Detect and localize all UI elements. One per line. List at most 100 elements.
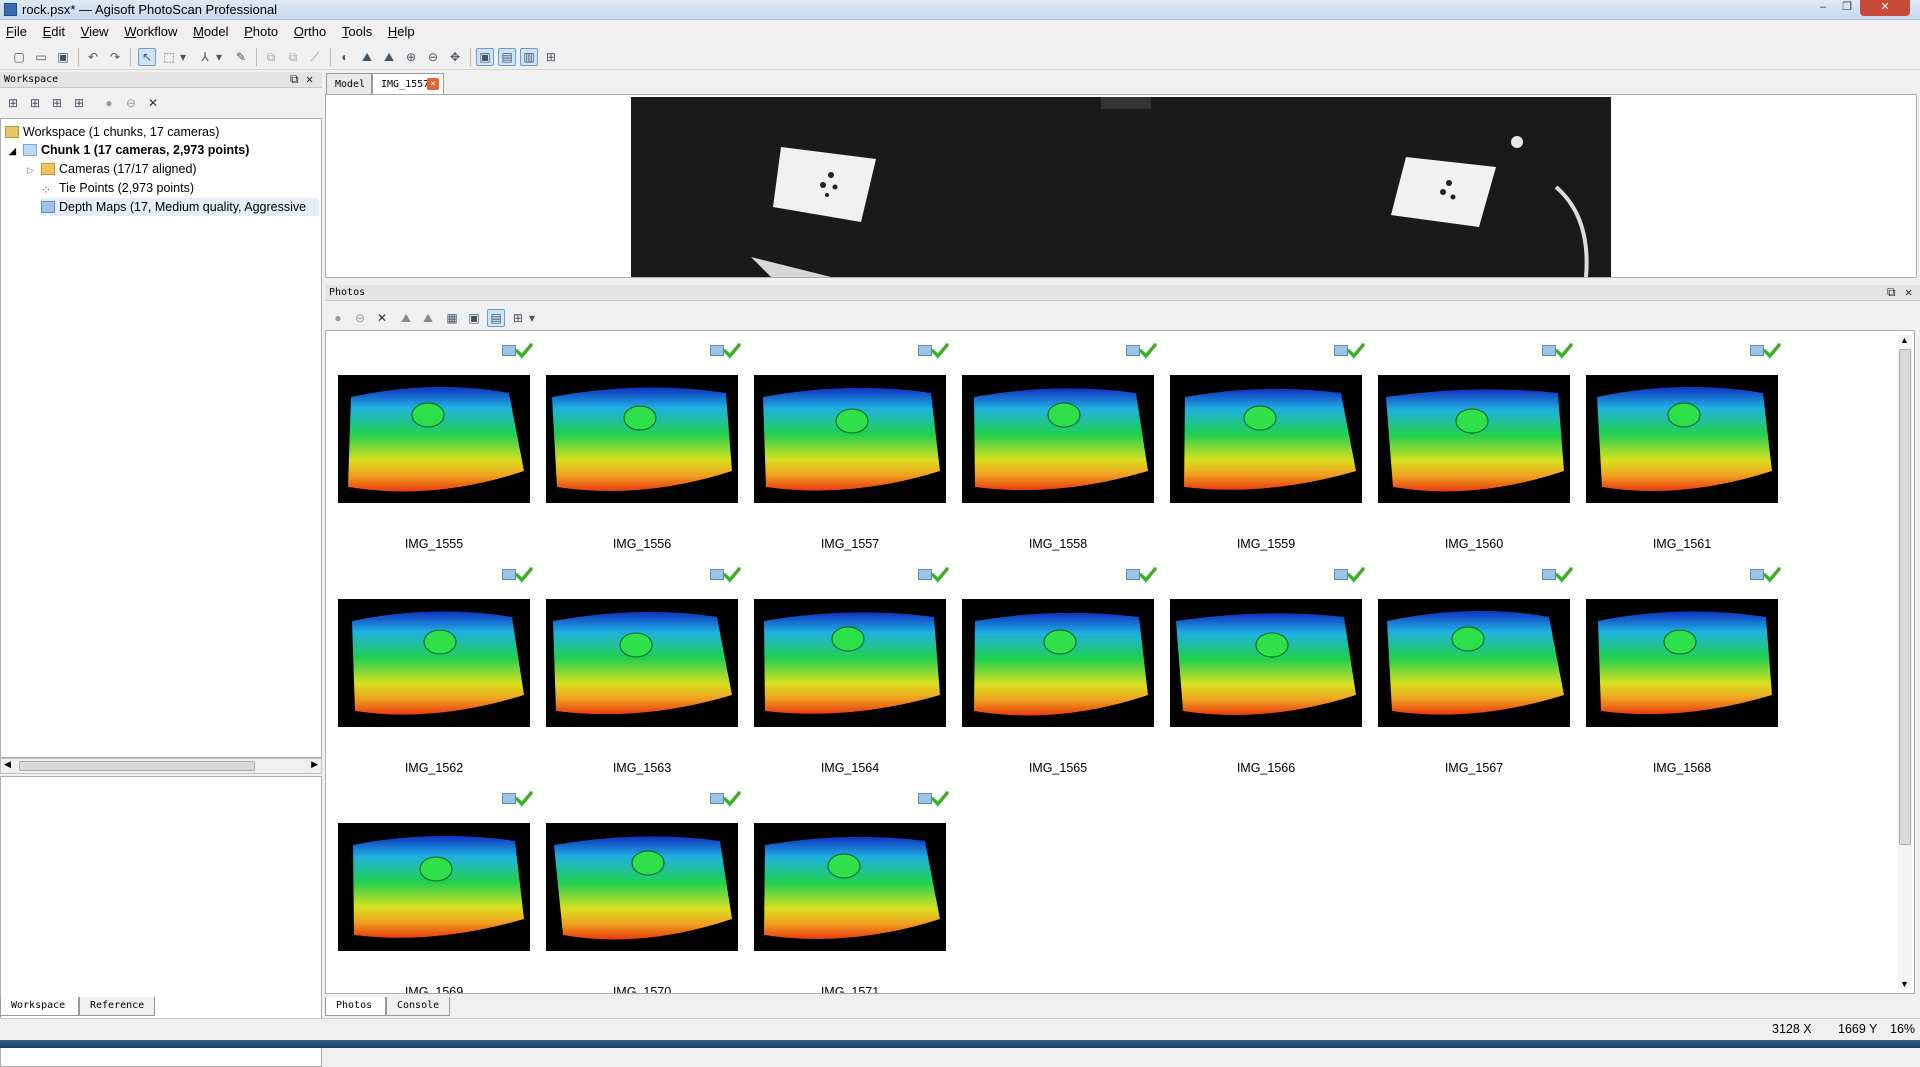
disable-camera-icon[interactable]: ⊖ [351, 309, 369, 327]
show-points-icon[interactable]: ▤ [498, 48, 516, 66]
scroll-down-icon[interactable]: ▼ [1900, 979, 1909, 989]
add-markers-icon[interactable]: ⊞ [70, 94, 88, 112]
close-window-button[interactable]: ✕ [1860, 0, 1910, 16]
tab-photos[interactable]: Photos [325, 997, 386, 1016]
move-icon[interactable]: ✥ [446, 48, 464, 66]
photo-thumbnail[interactable]: IMG_1555 [326, 331, 534, 551]
float-photos-panel-icon[interactable]: ⧉ [1887, 285, 1896, 300]
disable-icon[interactable]: ⊖ [122, 94, 140, 112]
tree-item-depth-maps[interactable]: Depth Maps (17, Medium quality, Aggressi… [41, 198, 319, 216]
view-photos-icon[interactable]: ▣ [465, 309, 483, 327]
scenery-icon[interactable]: ⛰ [380, 48, 398, 66]
photo-thumbnail[interactable]: IMG_1565 [950, 555, 1158, 775]
save-icon[interactable]: ▣ [54, 48, 72, 66]
photo-thumbnail[interactable]: IMG_1560 [1366, 331, 1574, 551]
photo-thumbnail[interactable]: IMG_1557 [742, 331, 950, 551]
close-photos-panel-icon[interactable]: ✕ [1905, 285, 1912, 299]
copy-icon[interactable]: ⧉ [262, 48, 280, 66]
photo-thumbnail[interactable]: IMG_1566 [1158, 555, 1366, 775]
scroll-left-icon[interactable]: ◀ [4, 759, 11, 770]
menu-ortho[interactable]: Ortho [288, 21, 333, 39]
draw-tool-icon[interactable]: ✎ [232, 48, 250, 66]
menu-tools[interactable]: Tools [336, 21, 378, 39]
remove-camera-icon[interactable]: ✕ [373, 309, 391, 327]
menu-edit[interactable]: Edit [37, 21, 71, 39]
collapse-arrow-icon[interactable]: ◢ [9, 142, 23, 160]
expand-arrow-icon[interactable]: ▷ [27, 161, 41, 179]
tab-workspace[interactable]: Workspace [0, 997, 79, 1016]
photo-thumbnail[interactable]: IMG_1561 [1574, 331, 1782, 551]
rotate-left-icon[interactable]: ⛰ [397, 309, 415, 327]
add-chunk-icon[interactable]: ⊞ [4, 94, 22, 112]
zoom-out-icon[interactable]: ⊖ [424, 48, 442, 66]
crop-icon[interactable]: ⟋ [306, 48, 324, 66]
add-folder-icon[interactable]: ⊞ [48, 94, 66, 112]
enable-icon[interactable]: ● [100, 94, 118, 112]
zoom-in-icon[interactable]: ⊕ [402, 48, 420, 66]
rotate-object-icon[interactable]: ⛰ [358, 48, 376, 66]
tab-img-1557[interactable]: IMG_1557 ✕ [372, 73, 444, 94]
photo-preview[interactable] [631, 97, 1611, 277]
photo-thumbnail[interactable]: IMG_1569 [326, 779, 534, 993]
selection-dropdown-icon[interactable]: ▾ [178, 48, 188, 66]
show-cameras-icon[interactable]: ▣ [476, 48, 494, 66]
tree-item-tie-points[interactable]: ⁘ Tie Points (2,973 points) [41, 179, 194, 197]
photo-thumbnail[interactable]: IMG_1570 [534, 779, 742, 993]
photo-thumbnail[interactable]: IMG_1562 [326, 555, 534, 775]
scroll-right-icon[interactable]: ▶ [311, 759, 318, 770]
navigation-tool-icon[interactable]: ↖ [138, 48, 156, 66]
photo-thumbnail[interactable]: IMG_1559 [1158, 331, 1366, 551]
photo-thumbnail[interactable]: IMG_1567 [1366, 555, 1574, 775]
photos-vertical-scrollbar[interactable]: ▲ ▼ [1898, 335, 1912, 989]
tree-item-chunk[interactable]: ◢ Chunk 1 (17 cameras, 2,973 points) [9, 141, 249, 159]
enable-camera-icon[interactable]: ● [329, 309, 347, 327]
photo-thumbnail[interactable]: IMG_1556 [534, 331, 742, 551]
workspace-horizontal-scrollbar[interactable]: ◀ ▶ [0, 758, 322, 774]
close-panel-icon[interactable]: ✕ [306, 72, 313, 86]
paste-icon[interactable]: ⧉ [284, 48, 302, 66]
menu-help[interactable]: Help [382, 21, 421, 39]
photo-thumbnail[interactable]: IMG_1564 [742, 555, 950, 775]
tree-item-workspace[interactable]: Workspace (1 chunks, 17 cameras) [5, 123, 219, 141]
mask-icon[interactable]: ▦ [443, 309, 461, 327]
restore-button[interactable]: ❐ [1836, 0, 1858, 16]
menu-photo[interactable]: Photo [238, 21, 284, 39]
grid-view-icon[interactable]: ⊞ [542, 48, 560, 66]
view-mode-dropdown-icon[interactable]: ▾ [527, 309, 537, 327]
photo-thumbnail[interactable]: IMG_1558 [950, 331, 1158, 551]
float-panel-icon[interactable]: ⧉ [290, 72, 299, 87]
minimize-button[interactable]: – [1812, 0, 1834, 16]
undo-icon[interactable]: ↶ [84, 48, 102, 66]
photo-thumbnail[interactable]: IMG_1568 [1574, 555, 1782, 775]
open-folder-icon[interactable]: ▭ [32, 48, 50, 66]
menu-model[interactable]: Model [187, 21, 234, 39]
remove-icon[interactable]: ✕ [144, 94, 162, 112]
view-depth-maps-icon[interactable]: ▤ [487, 309, 505, 327]
menu-file[interactable]: File [0, 21, 33, 39]
tree-item-cameras[interactable]: ▷ Cameras (17/17 aligned) [27, 160, 197, 178]
horizontal-scroll-thumb[interactable] [19, 761, 255, 771]
rectangle-selection-icon[interactable]: ⬚ [160, 48, 178, 66]
scroll-up-icon[interactable]: ▲ [1900, 335, 1909, 345]
photo-label: IMG_1562 [404, 761, 464, 775]
close-tab-icon[interactable]: ✕ [427, 78, 439, 90]
tab-reference[interactable]: Reference [79, 997, 155, 1016]
ruler-tool-icon[interactable]: ⅄ [196, 48, 214, 66]
menu-workflow[interactable]: Workflow [118, 21, 183, 39]
photo-thumbnail[interactable]: IMG_1571 [742, 779, 950, 993]
tab-model[interactable]: Model [326, 73, 372, 94]
vertical-scroll-thumb[interactable] [1899, 349, 1911, 845]
photo-thumbnail[interactable]: IMG_1563 [534, 555, 742, 775]
rotate-right-icon[interactable]: ⛰ [419, 309, 437, 327]
menu-view[interactable]: View [75, 21, 115, 39]
new-document-icon[interactable]: ▢ [10, 48, 28, 66]
view-mode-icon[interactable]: ⊞ [509, 309, 527, 327]
shading-icon[interactable]: ◐ [336, 48, 354, 66]
tab-console[interactable]: Console [386, 997, 450, 1016]
redo-icon[interactable]: ↷ [106, 48, 124, 66]
camera-status [502, 343, 536, 359]
aligned-check-icon [1555, 343, 1573, 359]
ruler-dropdown-icon[interactable]: ▾ [214, 48, 224, 66]
show-model-icon[interactable]: ▥ [520, 48, 538, 66]
add-photos-icon[interactable]: ⊞ [26, 94, 44, 112]
